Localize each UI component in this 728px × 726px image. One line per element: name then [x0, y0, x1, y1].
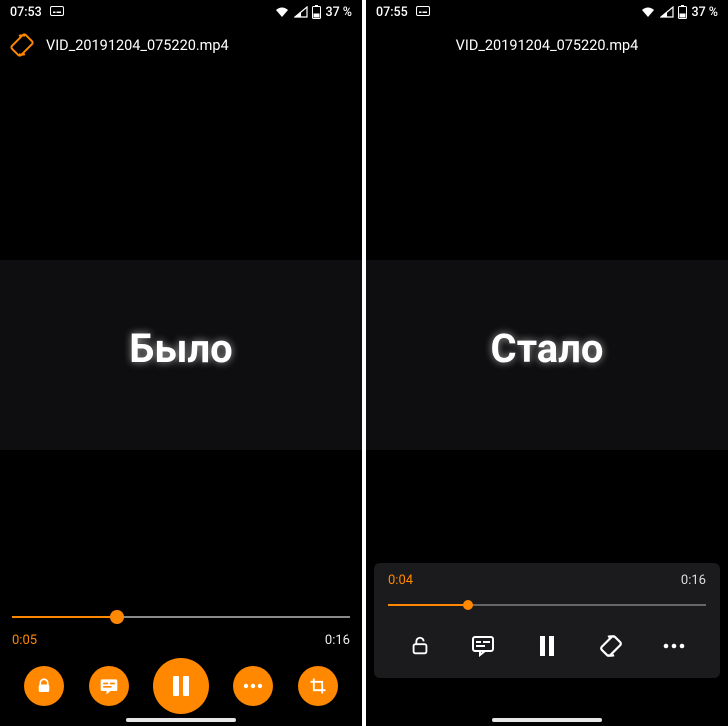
- rotate-button[interactable]: [8, 31, 36, 59]
- subtitles-button[interactable]: [463, 626, 503, 666]
- lock-button[interactable]: [400, 626, 440, 666]
- pause-button[interactable]: [527, 626, 567, 666]
- player-controls-new: 0:04 0:16: [374, 563, 720, 678]
- caption-indicator-icon: [50, 5, 64, 20]
- player-title-bar: VID_20191204_075220.mp4: [0, 24, 362, 66]
- wifi-icon: [274, 6, 290, 18]
- cell-signal-icon: [294, 6, 308, 18]
- battery-icon: [312, 5, 321, 19]
- player-controls-old: 0:05 0:16: [0, 603, 362, 714]
- wifi-icon: [640, 6, 656, 18]
- crop-resize-button[interactable]: [298, 666, 338, 706]
- battery-icon: [678, 5, 687, 19]
- subtitles-button[interactable]: [89, 666, 129, 706]
- cell-signal-icon: [660, 6, 674, 18]
- status-bar: 07:53 37 %: [0, 0, 362, 24]
- status-clock: 07:55: [376, 5, 408, 20]
- gesture-nav-bar[interactable]: [492, 718, 602, 722]
- more-options-button[interactable]: [654, 626, 694, 666]
- status-clock: 07:53: [10, 5, 42, 20]
- player-title-bar: VID_20191204_075220.mp4: [366, 24, 728, 66]
- video-filename: VID_20191204_075220.mp4: [456, 37, 639, 54]
- time-duration: 0:16: [681, 573, 706, 588]
- screenshot-after: 07:55 37 % VID_20191204_075220.mp4 Стало…: [364, 0, 728, 726]
- time-duration: 0:16: [325, 633, 350, 648]
- video-filename: VID_20191204_075220.mp4: [46, 37, 229, 54]
- seek-bar[interactable]: [388, 596, 706, 614]
- time-current: 0:04: [388, 573, 413, 588]
- seek-bar[interactable]: [12, 603, 350, 631]
- screenshot-before: 07:53 37 % VID_20191204_075220.mp4 Было: [0, 0, 364, 726]
- overlay-label-after: Стало: [366, 325, 728, 372]
- battery-percent: 37 %: [325, 5, 352, 20]
- rotate-button[interactable]: [591, 626, 631, 666]
- more-options-button[interactable]: [233, 666, 273, 706]
- gesture-nav-bar[interactable]: [126, 718, 236, 722]
- time-current: 0:05: [12, 633, 37, 648]
- pause-button[interactable]: [153, 658, 209, 714]
- lock-button[interactable]: [24, 666, 64, 706]
- battery-percent: 37 %: [691, 5, 718, 20]
- status-bar: 07:55 37 %: [366, 0, 728, 24]
- caption-indicator-icon: [416, 5, 430, 20]
- overlay-label-before: Было: [0, 325, 362, 372]
